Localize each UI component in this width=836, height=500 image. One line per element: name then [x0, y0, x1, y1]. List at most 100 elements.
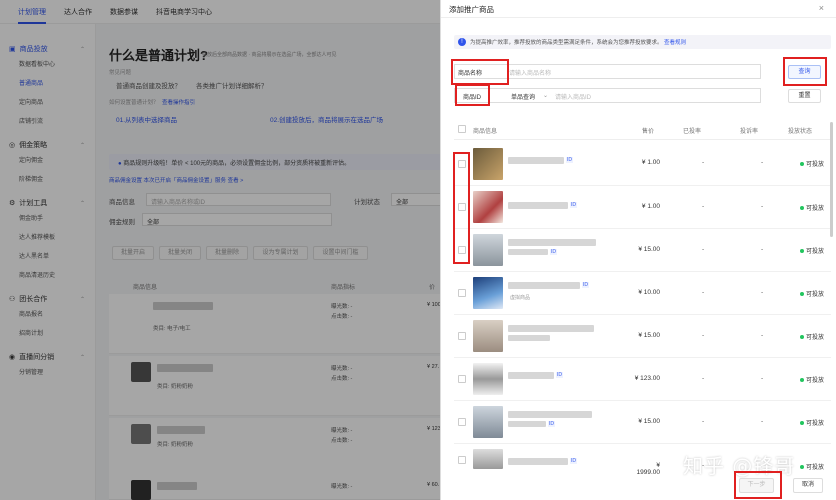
id-tag: ID	[556, 372, 563, 378]
col-price: 售价	[642, 129, 655, 135]
row-status: 可投放	[800, 289, 824, 298]
close-icon[interactable]: ×	[819, 3, 824, 13]
status-dot	[800, 335, 804, 340]
row-price: ¥ 1.00	[641, 159, 660, 166]
status-text: 可投放	[806, 292, 825, 298]
row-price: ¥ 123.00	[634, 375, 660, 382]
status-text: 可投放	[806, 421, 825, 427]
row-checkbox[interactable]	[458, 160, 466, 168]
row-complaint-rate: -	[761, 375, 764, 382]
blurred-text	[508, 249, 548, 255]
product-row[interactable]: ID ¥ 1.00 - - 可投放	[454, 186, 831, 229]
row-status: 可投放	[800, 332, 824, 341]
col-status: 投放状态	[788, 129, 813, 135]
scrollbar[interactable]	[830, 122, 833, 237]
row-price: ¥ 15.00	[638, 332, 660, 339]
drawer-title: 添加推广商品	[449, 5, 494, 14]
chevron-down-icon: ⌄	[543, 93, 549, 99]
select-all-checkbox[interactable]	[458, 125, 466, 133]
row-sold-rate: -	[702, 332, 705, 339]
notice-link[interactable]: 查看规则	[664, 40, 686, 46]
row-complaint-rate: -	[761, 332, 764, 339]
row-sold-rate: -	[702, 246, 705, 253]
row-price: ¥ 10.00	[638, 289, 660, 296]
col-complaint-rate: 投诉率	[740, 129, 759, 135]
status-dot	[800, 249, 804, 254]
product-thumbnail	[473, 406, 503, 438]
row-status: 可投放	[800, 418, 824, 427]
id-tag: ID	[582, 282, 589, 288]
row-sold-rate: -	[702, 203, 705, 210]
product-row[interactable]: 虚拟商品 ID ¥ 10.00 - - 可投放	[454, 272, 831, 315]
row-sold-rate: -	[702, 375, 705, 382]
blurred-text	[508, 335, 550, 341]
status-dot	[800, 162, 804, 167]
blurred-text	[508, 372, 554, 379]
product-id-placeholder: 请输入商品ID	[555, 95, 592, 101]
id-tag: ID	[566, 157, 573, 163]
watermark-text: 知乎 @锋哥	[683, 454, 796, 478]
reset-button[interactable]: 重置	[788, 89, 821, 103]
info-icon: !	[458, 38, 466, 46]
divider	[441, 17, 836, 18]
status-dot	[800, 292, 804, 297]
blurred-text	[508, 157, 564, 164]
query-type-select[interactable]: 单品查询	[511, 92, 535, 101]
status-text: 可投放	[806, 465, 825, 471]
status-dot	[800, 378, 804, 383]
row-checkbox[interactable]	[458, 332, 466, 340]
row-price: ¥ 1999.00	[636, 462, 661, 476]
product-row[interactable]: ID ¥ 15.00 - - 可投放	[454, 229, 831, 272]
add-product-drawer: 添加推广商品 × ! 为提高推广效率，推荐投放的商品类型需满足条件，系统会为您推…	[440, 0, 836, 500]
col-product-info: 商品信息	[473, 129, 498, 135]
row-checkbox[interactable]	[458, 246, 466, 254]
blurred-text	[508, 202, 568, 209]
row-sold-rate: -	[702, 159, 705, 166]
row-checkbox[interactable]	[458, 456, 466, 464]
row-status: 可投放	[800, 375, 824, 384]
product-name-placeholder: 请输入商品名称	[509, 71, 552, 77]
id-tag: ID	[570, 202, 577, 208]
blurred-text	[508, 239, 596, 246]
status-text: 可投放	[806, 249, 825, 255]
product-row[interactable]: ID ¥ 123.00 - - 可投放	[454, 358, 831, 401]
modal-overlay[interactable]	[0, 0, 440, 500]
status-text: 可投放	[806, 206, 825, 212]
product-table-header: 商品信息 售价 已投率 投诉率 投放状态	[454, 120, 831, 140]
blurred-text	[508, 458, 568, 465]
product-name-field[interactable]: 商品名称 请输入商品名称	[454, 64, 761, 79]
id-tag: ID	[548, 421, 555, 427]
product-name-label: 商品名称	[458, 71, 483, 77]
cancel-button[interactable]: 取消	[793, 478, 823, 493]
product-thumbnail	[473, 191, 503, 223]
blurred-text	[508, 421, 546, 427]
row-checkbox[interactable]	[458, 289, 466, 297]
row-status: 可投放	[800, 462, 824, 471]
product-id-field[interactable]: 商品ID 单品查询 ⌄ 请输入商品ID	[454, 88, 761, 103]
query-button[interactable]: 查询	[788, 65, 821, 79]
col-sold-rate: 已投率	[683, 129, 702, 135]
row-complaint-rate: -	[761, 159, 764, 166]
product-row[interactable]: ID ¥ 15.00 - - 可投放	[454, 401, 831, 444]
row-checkbox[interactable]	[458, 375, 466, 383]
product-thumbnail	[473, 320, 503, 352]
status-text: 可投放	[806, 335, 825, 341]
row-price: ¥ 15.00	[638, 418, 660, 425]
next-step-button[interactable]: 下一步	[739, 478, 774, 493]
row-checkbox[interactable]	[458, 418, 466, 426]
product-row[interactable]: ¥ 15.00 - - 可投放	[454, 315, 831, 358]
product-row[interactable]: ID ¥ 1.00 - - 可投放	[454, 143, 831, 186]
status-text: 可投放	[806, 162, 825, 168]
row-checkbox[interactable]	[458, 203, 466, 211]
blurred-text	[508, 282, 580, 289]
status-dot	[800, 465, 804, 470]
row-status: 可投放	[800, 159, 824, 168]
row-sold-rate: -	[702, 418, 705, 425]
product-thumbnail	[473, 363, 503, 395]
status-text: 可投放	[806, 378, 825, 384]
id-tag: ID	[550, 249, 557, 255]
row-status: 可投放	[800, 203, 824, 212]
notice-bar: ! 为提高推广效率，推荐投放的商品类型需满足条件，系统会为您推荐投放要求。 查看…	[454, 35, 831, 49]
product-id-label: 商品ID	[463, 95, 482, 101]
product-thumbnail	[473, 277, 503, 309]
